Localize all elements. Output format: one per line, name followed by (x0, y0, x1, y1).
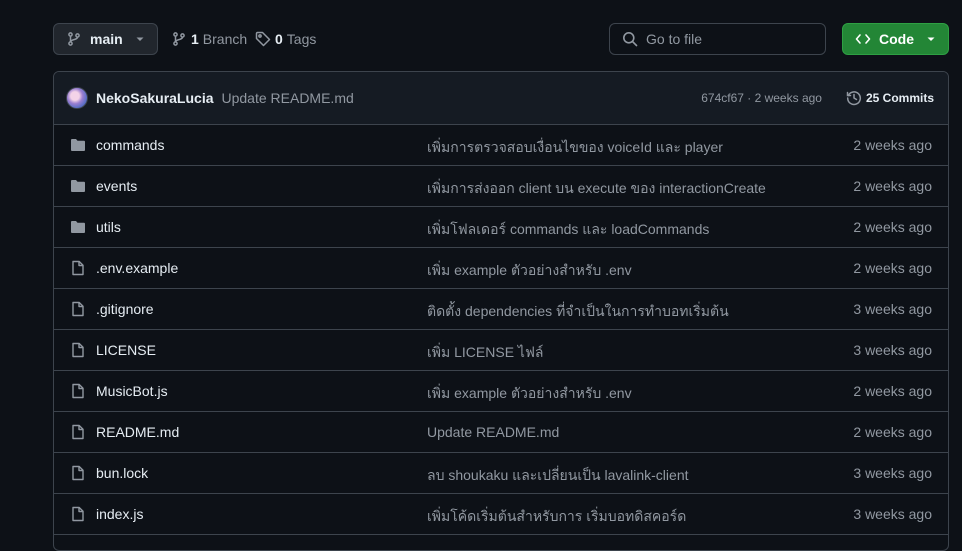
file-rows: commands เพิ่มการตรวจสอบเงื่อนไขของ voice… (54, 125, 948, 535)
file-icon (70, 383, 86, 399)
file-commit-message[interactable]: เพิ่มโค้ดเริ่มต้นสำหรับการ เริ่มบอทดิสคอ… (427, 506, 686, 528)
file-icon (70, 506, 86, 522)
avatar[interactable] (66, 87, 88, 109)
folder-icon (70, 137, 86, 153)
file-row[interactable]: bun.lock ลบ shoukaku และเปลี่ยนเป็น laval… (54, 453, 948, 494)
file-commit-age: 3 weeks ago (853, 342, 932, 358)
file-row[interactable]: index.js เพิ่มโค้ดเริ่มต้นสำหรับการ เริ่ม… (54, 494, 948, 535)
file-name-link[interactable]: index.js (96, 506, 143, 522)
folder-icon (70, 178, 86, 194)
file-name-link[interactable]: bun.lock (96, 465, 148, 481)
file-commit-message[interactable]: เพิ่ม LICENSE ไฟล์ (427, 342, 543, 364)
file-commit-message[interactable]: เพิ่มการส่งออก client บน execute ของ int… (427, 178, 766, 200)
file-list-box: NekoSakuraLucia Update README.md 674cf67… (53, 71, 949, 551)
file-row[interactable]: README.md Update README.md 2 weeks ago (54, 412, 948, 453)
go-to-file-search[interactable] (609, 23, 826, 55)
history-icon (846, 90, 862, 106)
file-icon (70, 465, 86, 481)
file-commit-age: 2 weeks ago (853, 424, 932, 440)
tag-count-label: Tags (286, 31, 317, 47)
go-to-file-input[interactable] (646, 31, 806, 47)
file-commit-age: 3 weeks ago (853, 465, 932, 481)
caret-down-icon (926, 34, 936, 44)
file-icon (70, 260, 86, 276)
file-commit-age: 3 weeks ago (853, 506, 932, 522)
file-name-link[interactable]: utils (96, 219, 121, 235)
commits-link[interactable]: 25 Commits (846, 90, 934, 106)
file-commit-message[interactable]: Update README.md (427, 424, 559, 440)
file-commit-age: 2 weeks ago (853, 219, 932, 235)
folder-icon (70, 219, 86, 235)
search-icon (622, 31, 638, 47)
file-commit-message[interactable]: เพิ่มการตรวจสอบเงื่อนไขของ voiceId และ p… (427, 137, 723, 159)
file-row[interactable]: events เพิ่มการส่งออก client บน execute ข… (54, 166, 948, 207)
file-commit-message[interactable]: เพิ่ม example ตัวอย่างสำหรับ .env (427, 383, 632, 405)
git-branch-icon (171, 31, 187, 47)
file-commit-message[interactable]: เพิ่ม example ตัวอย่างสำหรับ .env (427, 260, 632, 282)
tags-link[interactable]: 0 Tags (255, 23, 316, 55)
file-row[interactable]: MusicBot.js เพิ่ม example ตัวอย่างสำหรับ … (54, 371, 948, 412)
branch-name: main (90, 31, 123, 47)
file-commit-age: 2 weeks ago (853, 137, 932, 153)
file-row[interactable]: .env.example เพิ่ม example ตัวอย่างสำหรับ… (54, 248, 948, 289)
file-commit-age: 2 weeks ago (853, 383, 932, 399)
file-commit-age: 2 weeks ago (853, 178, 932, 194)
file-name-link[interactable]: commands (96, 137, 164, 153)
tag-count: 0 (275, 31, 283, 47)
file-name-link[interactable]: LICENSE (96, 342, 156, 358)
branch-count-label: Branch (202, 31, 248, 47)
file-commit-message[interactable]: ติดตั้ง dependencies ที่จำเป็นในการทำบอท… (427, 301, 729, 323)
file-icon (70, 424, 86, 440)
file-commit-age: 3 weeks ago (853, 301, 932, 317)
file-icon (70, 301, 86, 317)
file-name-link[interactable]: MusicBot.js (96, 383, 168, 399)
code-button-label: Code (879, 31, 914, 47)
commit-message[interactable]: Update README.md (222, 90, 354, 106)
branches-link[interactable]: 1 Branch (171, 23, 247, 55)
file-commit-age: 2 weeks ago (853, 260, 932, 276)
file-row[interactable]: LICENSE เพิ่ม LICENSE ไฟล์ 3 weeks ago (54, 330, 948, 371)
file-commit-message[interactable]: ลบ shoukaku และเปลี่ยนเป็น lavalink-clie… (427, 465, 689, 487)
branch-count: 1 (191, 31, 199, 47)
code-icon (855, 31, 871, 47)
tag-icon (255, 31, 271, 47)
file-icon (70, 342, 86, 358)
file-name-link[interactable]: .env.example (96, 260, 178, 276)
file-row[interactable]: .gitignore ติดตั้ง dependencies ที่จำเป็น… (54, 289, 948, 330)
commit-author[interactable]: NekoSakuraLucia (96, 90, 214, 106)
file-name-link[interactable]: .gitignore (96, 301, 154, 317)
latest-commit-bar: NekoSakuraLucia Update README.md 674cf67… (54, 72, 948, 125)
caret-down-icon (135, 34, 145, 44)
git-branch-icon (66, 31, 82, 47)
code-button[interactable]: Code (842, 23, 949, 55)
commits-count: 25 Commits (865, 91, 934, 105)
file-row[interactable]: commands เพิ่มการตรวจสอบเงื่อนไขของ voice… (54, 125, 948, 166)
file-name-link[interactable]: events (96, 178, 137, 194)
file-commit-message[interactable]: เพิ่มโฟลเดอร์ commands และ loadCommands (427, 219, 709, 241)
file-name-link[interactable]: README.md (96, 424, 179, 440)
file-row[interactable]: utils เพิ่มโฟลเดอร์ commands และ loadComm… (54, 207, 948, 248)
commit-hash-time[interactable]: 674cf67 · 2 weeks ago (701, 91, 822, 105)
branch-selector-button[interactable]: main (53, 23, 158, 55)
